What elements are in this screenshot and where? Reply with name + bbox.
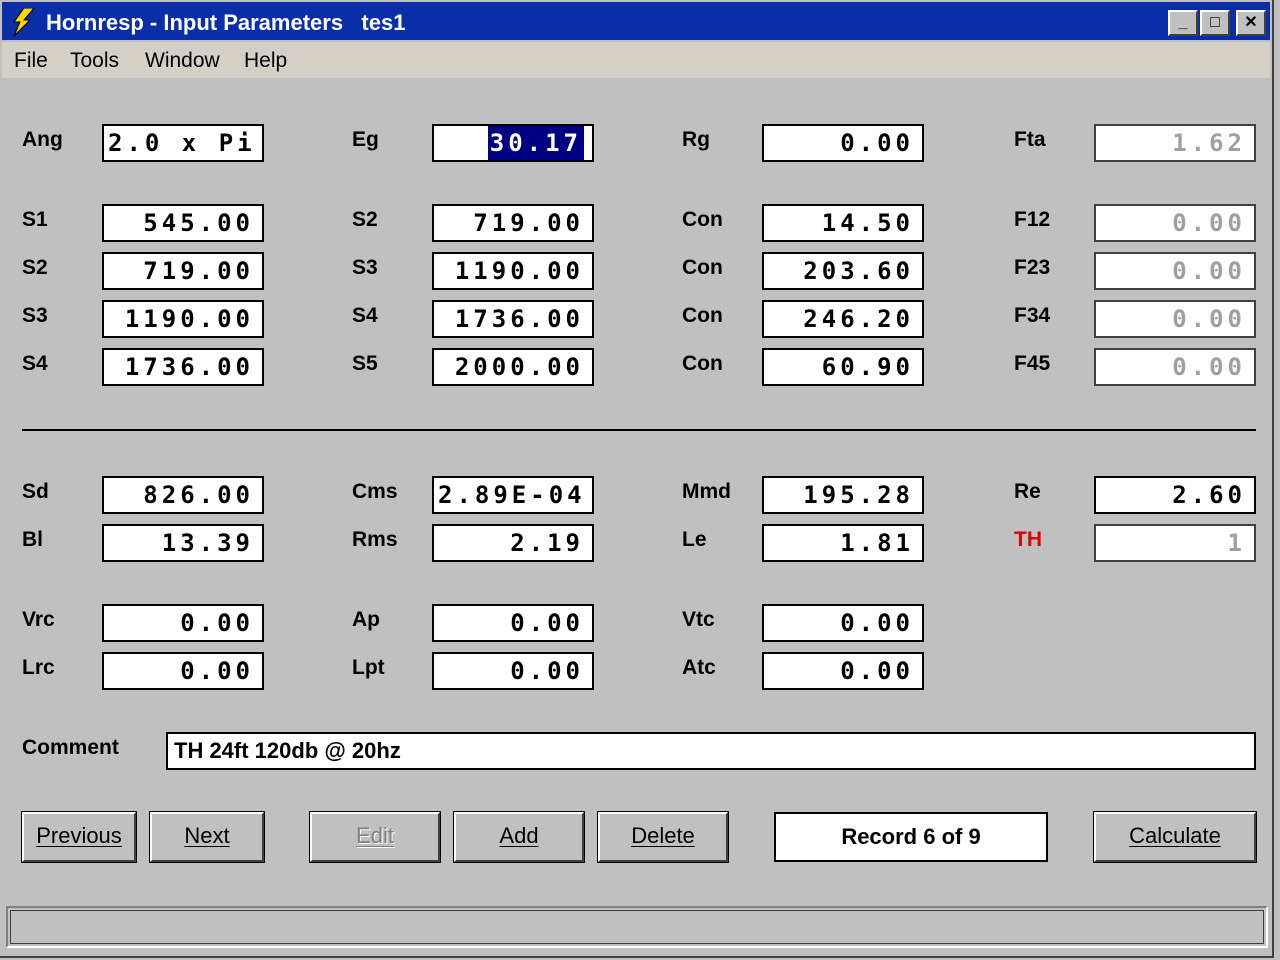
calculate-button[interactable]: Calculate	[1093, 811, 1257, 863]
s2-field[interactable]: 719.00	[432, 204, 594, 242]
eg-label: Eg	[352, 128, 379, 151]
fta-label: Fta	[1014, 128, 1046, 151]
s3-label: S3	[352, 256, 378, 279]
bl-label: Bl	[22, 528, 43, 551]
hornresp-window: Hornresp - Input Parameters tes1 _ □ ✕ F…	[0, 0, 1274, 958]
con-label: Con	[682, 304, 723, 327]
rms-field[interactable]: 2.19	[432, 524, 594, 562]
mmd-field[interactable]: 195.28	[762, 476, 924, 514]
comment-field[interactable]: TH 24ft 120db @ 20hz	[166, 732, 1256, 770]
eg-field[interactable]: 30.17	[432, 124, 594, 162]
cms-label: Cms	[352, 480, 398, 503]
vtc-label: Vtc	[682, 608, 715, 631]
window-title: Hornresp - Input Parameters tes1	[46, 10, 406, 35]
delete-button[interactable]: Delete	[597, 811, 729, 863]
sd-label: Sd	[22, 480, 49, 503]
maximize-button[interactable]: □	[1200, 10, 1230, 36]
lrc-field[interactable]: 0.00	[102, 652, 264, 690]
ap-label: Ap	[352, 608, 380, 631]
f23-label: F23	[1014, 256, 1051, 279]
con-label: Con	[682, 208, 723, 231]
re-label: Re	[1014, 480, 1041, 503]
f12-field: 0.00	[1094, 204, 1256, 242]
add-button[interactable]: Add	[453, 811, 585, 863]
menu-file[interactable]: File	[14, 49, 48, 73]
bl-field[interactable]: 13.39	[102, 524, 264, 562]
vtc-field[interactable]: 0.00	[762, 604, 924, 642]
lightning-bolt-icon	[13, 8, 35, 36]
ang-field[interactable]: 2.0 x Pi	[102, 124, 264, 162]
section-divider	[22, 429, 1256, 431]
previous-button[interactable]: Previous	[21, 811, 137, 863]
cms-field[interactable]: 2.89E-04	[432, 476, 594, 514]
edit-button: Edit	[309, 811, 441, 863]
s4-label: S4	[22, 352, 48, 375]
f34-field: 0.00	[1094, 300, 1256, 338]
s4-label: S4	[352, 304, 378, 327]
con-field[interactable]: 246.20	[762, 300, 924, 338]
s4-field[interactable]: 1736.00	[102, 348, 264, 386]
menu-bar: File Tools Window Help	[2, 42, 1270, 78]
rms-label: Rms	[352, 528, 398, 551]
menu-tools[interactable]: Tools	[70, 49, 119, 73]
mmd-label: Mmd	[682, 480, 731, 503]
con-label: Con	[682, 256, 723, 279]
s5-label: S5	[352, 352, 378, 375]
s2-label: S2	[22, 256, 48, 279]
lpt-field[interactable]: 0.00	[432, 652, 594, 690]
s3-field[interactable]: 1190.00	[102, 300, 264, 338]
status-bar-panel	[10, 910, 1264, 944]
close-button[interactable]: ✕	[1236, 10, 1266, 36]
eg-value: 30.17	[487, 126, 584, 160]
comment-label: Comment	[22, 736, 119, 759]
s2-label: S2	[352, 208, 378, 231]
atc-field[interactable]: 0.00	[762, 652, 924, 690]
rg-field[interactable]: 0.00	[762, 124, 924, 162]
s2-field[interactable]: 719.00	[102, 252, 264, 290]
s1-field[interactable]: 545.00	[102, 204, 264, 242]
con-field[interactable]: 14.50	[762, 204, 924, 242]
title-bar[interactable]: Hornresp - Input Parameters tes1 _ □ ✕	[2, 2, 1270, 40]
re-field[interactable]: 2.60	[1094, 476, 1256, 514]
fta-field: 1.62	[1094, 124, 1256, 162]
s3-field[interactable]: 1190.00	[432, 252, 594, 290]
f23-field: 0.00	[1094, 252, 1256, 290]
con-field[interactable]: 60.90	[762, 348, 924, 386]
f45-field: 0.00	[1094, 348, 1256, 386]
f12-label: F12	[1014, 208, 1051, 231]
sd-field[interactable]: 826.00	[102, 476, 264, 514]
next-button[interactable]: Next	[149, 811, 265, 863]
status-bar	[6, 906, 1268, 948]
s1-label: S1	[22, 208, 48, 231]
s4-field[interactable]: 1736.00	[432, 300, 594, 338]
con-label: Con	[682, 352, 723, 375]
ap-field[interactable]: 0.00	[432, 604, 594, 642]
s3-label: S3	[22, 304, 48, 327]
le-field[interactable]: 1.81	[762, 524, 924, 562]
vrc-field[interactable]: 0.00	[102, 604, 264, 642]
rg-label: Rg	[682, 128, 710, 151]
con-field[interactable]: 203.60	[762, 252, 924, 290]
le-label: Le	[682, 528, 707, 551]
lpt-label: Lpt	[352, 656, 385, 679]
f45-label: F45	[1014, 352, 1051, 375]
atc-label: Atc	[682, 656, 716, 679]
th-label: TH	[1014, 528, 1042, 551]
minimize-button[interactable]: _	[1168, 10, 1198, 36]
ang-label: Ang	[22, 128, 63, 151]
s5-field[interactable]: 2000.00	[432, 348, 594, 386]
vrc-label: Vrc	[22, 608, 55, 631]
f34-label: F34	[1014, 304, 1051, 327]
th-field: 1	[1094, 524, 1256, 562]
menu-window[interactable]: Window	[145, 49, 220, 73]
menu-help[interactable]: Help	[244, 49, 287, 73]
lrc-label: Lrc	[22, 656, 55, 679]
record-indicator: Record 6 of 9	[774, 812, 1048, 862]
